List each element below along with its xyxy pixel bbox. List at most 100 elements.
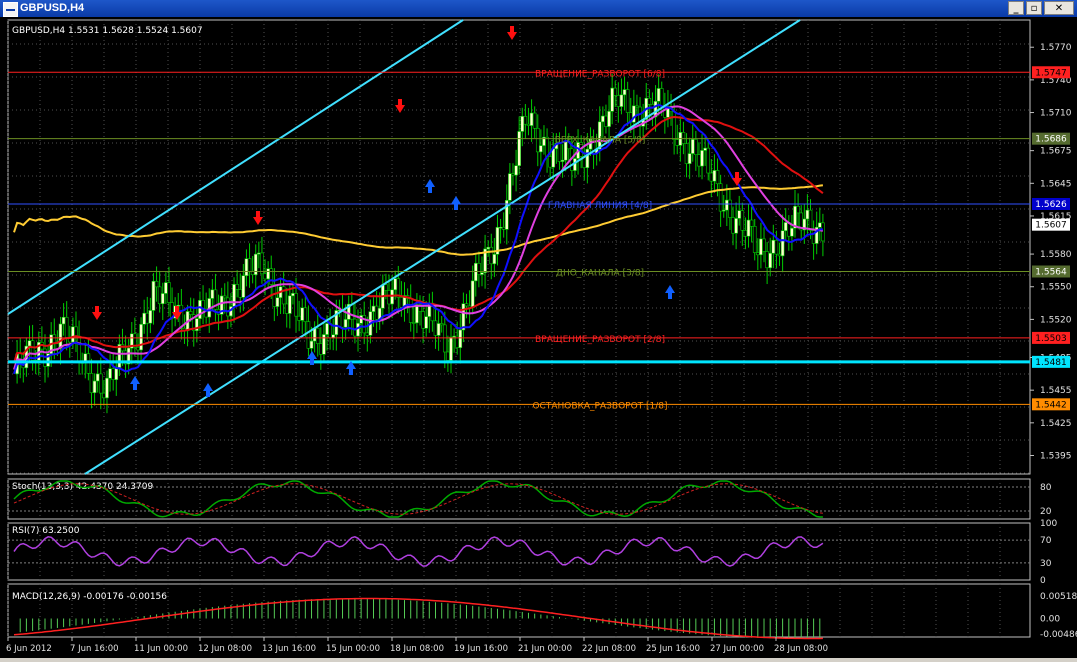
candle-body: [808, 209, 813, 231]
time-axis-label: 15 Jun 00:00: [326, 644, 380, 654]
candle-body: [473, 262, 478, 282]
chart-canvas[interactable]: 1.57701.57401.57101.56751.56451.56151.55…: [0, 17, 1077, 658]
candle-body: [222, 295, 227, 299]
candle-body: [672, 111, 676, 140]
level-label: ВРАЩЕНИЕ_РАЗВОРОТ [2/8]: [535, 335, 665, 345]
candle-body: [415, 304, 419, 324]
candle-body: [718, 183, 723, 212]
price-tick-label: 1.5645: [1040, 179, 1072, 189]
candle-body: [492, 254, 497, 265]
candle-body: [291, 293, 295, 297]
main-panel-header: GBPUSD,H4 1.5531 1.5628 1.5524 1.5607: [12, 26, 203, 36]
close-button[interactable]: ✕: [1044, 1, 1074, 15]
candle-body: [446, 351, 450, 361]
candle-body: [164, 282, 168, 294]
candle-body: [154, 280, 159, 288]
time-axis-label: 13 Jun 16:00: [262, 644, 316, 654]
candle-body: [61, 316, 66, 325]
chart-area[interactable]: 1.5770 1.5740 1.5710 1.5675 1.5645 1.5615 1.55…: [0, 17, 1077, 658]
candle-body: [715, 170, 720, 185]
time-axis-label: 25 Jun 16:00: [646, 644, 700, 654]
candle-body: [412, 322, 416, 324]
candle-body: [343, 319, 348, 328]
candle-body: [350, 303, 354, 320]
candle-body: [498, 226, 503, 229]
candle-body: [399, 297, 404, 308]
candle-body: [365, 332, 370, 336]
candle-body: [777, 253, 782, 257]
candle-body: [731, 217, 735, 234]
candle-body: [749, 219, 754, 227]
candle-body: [560, 159, 565, 162]
stoch-tick-label: 20: [1040, 507, 1052, 517]
candle-body: [294, 293, 298, 317]
level-label: ГЛАВНАЯ ЛИНИЯ [4/8]: [548, 201, 652, 211]
candle-body: [272, 284, 277, 307]
candle-body: [139, 323, 143, 351]
candle-body: [607, 111, 611, 127]
candle-body: [136, 347, 140, 351]
candle-body: [167, 282, 171, 303]
chart-window: GBPUSD,H4 _ ▫ ✕ 1.5770 1.5740 1.5710 1.5675…: [0, 0, 1077, 658]
candle-body: [105, 377, 109, 399]
candle-body: [604, 115, 608, 127]
candle-body: [480, 272, 484, 275]
candle-body: [58, 323, 63, 349]
candle-body: [210, 289, 215, 299]
candle-body: [805, 209, 810, 220]
candle-body: [684, 143, 689, 164]
candle-body: [675, 139, 680, 146]
candle-body: [765, 251, 769, 269]
level-tag-label: 1.5503: [1035, 334, 1067, 344]
price-tick-label: 1.5520: [1040, 315, 1072, 325]
price-tick-label: 1.5675: [1040, 147, 1072, 157]
candle-body: [442, 324, 447, 353]
candle-body: [647, 97, 652, 105]
level-label: ОСТАНОВКА_РАЗВОРОТ [1/8]: [532, 401, 667, 411]
candle-body: [743, 229, 748, 237]
candle-body: [151, 280, 156, 311]
minimize-button[interactable]: _: [1008, 1, 1024, 15]
window-title: GBPUSD,H4: [20, 2, 85, 14]
candle-body: [309, 340, 314, 349]
candle-body: [108, 368, 112, 379]
macd-tick-label: -0.00486: [1040, 630, 1077, 640]
candle-body: [241, 275, 246, 298]
macd-tick-label: 0.00: [1040, 615, 1060, 625]
candle-body: [697, 154, 701, 167]
level-tag-label: 1.5747: [1035, 68, 1067, 78]
time-axis-label: 22 Jun 08:00: [582, 644, 636, 654]
candle-body: [728, 199, 732, 218]
restore-button[interactable]: ▫: [1026, 1, 1042, 15]
candle-body: [98, 373, 103, 394]
candle-body: [449, 336, 453, 361]
candle-body: [517, 131, 521, 166]
candle-body: [619, 94, 624, 107]
candle-body: [145, 312, 150, 324]
rsi-tick-label: 30: [1040, 559, 1052, 569]
candle-body: [821, 222, 825, 242]
candle-body: [284, 303, 289, 314]
candle-body: [489, 246, 494, 265]
candle-body: [790, 227, 794, 237]
candle-body: [325, 323, 329, 335]
rsi-tick-label: 0: [1040, 576, 1046, 586]
candle-body: [616, 95, 621, 107]
candle-body: [306, 321, 311, 349]
candle-body: [818, 222, 822, 228]
candle-body: [247, 258, 252, 272]
panel-frame: [7, 19, 1031, 475]
level-tag-label: 1.5686: [1035, 135, 1067, 145]
candle-body: [796, 205, 800, 214]
candle-body: [300, 307, 305, 321]
candle-body: [64, 316, 69, 338]
candle-body: [371, 305, 376, 312]
time-axis-label: 6 Jun 2012: [6, 644, 52, 654]
price-tick-label: 1.5550: [1040, 283, 1072, 293]
candle-body: [315, 327, 320, 344]
price-tick-label: 1.5580: [1040, 250, 1072, 260]
candle-body: [260, 252, 264, 275]
candle-body: [297, 315, 301, 321]
candle-body: [433, 320, 438, 336]
candle-body: [340, 309, 345, 328]
